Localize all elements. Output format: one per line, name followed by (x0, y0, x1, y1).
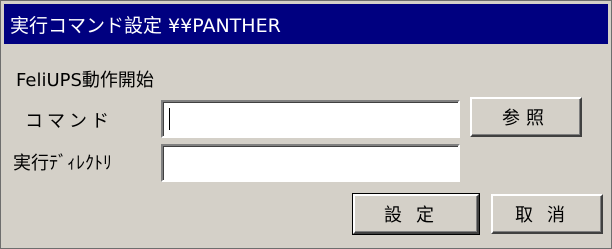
command-input[interactable] (163, 102, 458, 136)
browse-button[interactable]: 参照 (470, 97, 582, 137)
title-bar[interactable]: 実行コマンド設定 ¥¥PANTHER (4, 4, 608, 44)
ok-button[interactable]: 設定 (352, 193, 480, 235)
window-title: 実行コマンド設定 ¥¥PANTHER (10, 14, 281, 37)
text-caret (169, 108, 170, 130)
cancel-button[interactable]: 取消 (491, 194, 603, 234)
command-label: コマンド (25, 111, 113, 132)
section-label: FeliUPS動作開始 (16, 70, 154, 91)
directory-input[interactable] (163, 146, 458, 180)
directory-field[interactable] (161, 144, 460, 182)
dialog-window: 実行コマンド設定 ¥¥PANTHER FeliUPS動作開始 コマンド 参照 実… (0, 0, 612, 249)
directory-label: 実行ﾃﾞｨﾚｸﾄﾘ (13, 153, 112, 174)
command-field[interactable] (161, 100, 460, 138)
